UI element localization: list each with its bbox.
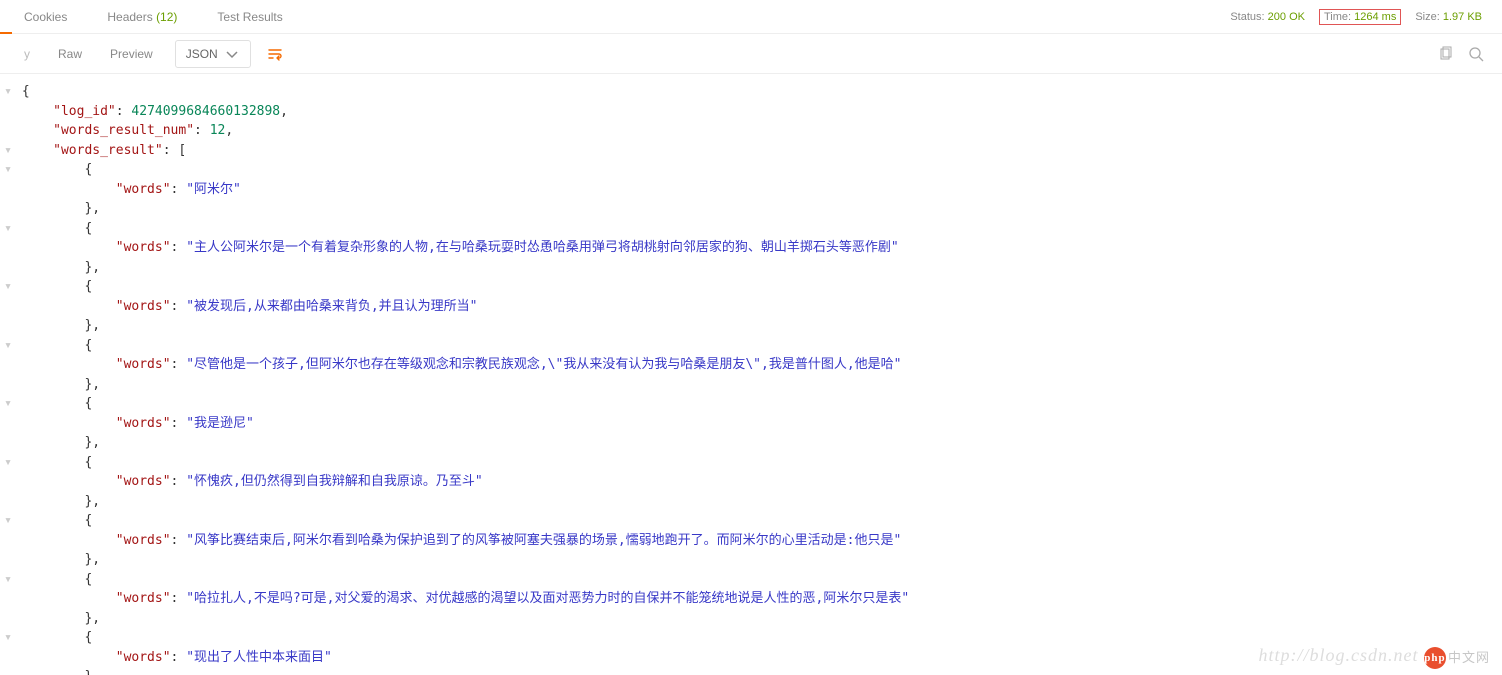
json-line: ▾ {: [4, 82, 1502, 102]
chevron-down-icon: [224, 46, 240, 62]
time-label: Time:: [1324, 11, 1351, 23]
watermark: http://blog.csdn.net php 中文网: [1259, 642, 1491, 669]
json-line: },: [4, 316, 1502, 336]
time-block: Time: 1264 ms: [1319, 9, 1401, 25]
wrap-lines-button[interactable]: [261, 40, 289, 68]
json-line: "words": "怀愧疚,但仍然得到自我辩解和自我原谅。乃至斗": [4, 472, 1502, 492]
json-line: "words": "我是逊尼": [4, 414, 1502, 434]
json-line: },: [4, 550, 1502, 570]
search-icon[interactable]: [1468, 46, 1484, 62]
json-line: "words": "风筝比赛结束后,阿米尔看到哈桑为保护追到了的风筝被阿塞夫强暴…: [4, 531, 1502, 551]
status-label: Status:: [1230, 11, 1264, 23]
json-line: "words": "主人公阿米尔是一个有着复杂形象的人物,在与哈桑玩耍时怂恿哈桑…: [4, 238, 1502, 258]
copy-icon[interactable]: [1438, 46, 1454, 62]
json-line: ▾ {: [4, 160, 1502, 180]
body-controls: y Raw Preview JSON: [0, 34, 1502, 74]
format-dropdown[interactable]: JSON: [175, 40, 251, 68]
json-line: "words": "哈拉扎人,不是吗?可是,对父爱的渴求、对优越感的渴望以及面对…: [4, 589, 1502, 609]
json-line: ▾ {: [4, 511, 1502, 531]
json-line: },: [4, 199, 1502, 219]
json-line: "words": "尽管他是一个孩子,但阿米尔也存在等级观念和宗教民族观念,\"…: [4, 355, 1502, 375]
tab-pretty-edge[interactable]: y: [24, 47, 30, 61]
tab-headers-label: Headers: [107, 10, 152, 24]
json-line: ▾ {: [4, 336, 1502, 356]
json-line: ▾ "words_result": [: [4, 141, 1502, 161]
watermark-logo: php 中文网: [1424, 647, 1490, 669]
tab-headers[interactable]: Headers (12): [107, 10, 177, 24]
status-value: 200 OK: [1268, 11, 1305, 23]
tab-headers-count: (12): [156, 10, 177, 24]
tab-preview[interactable]: Preview: [110, 47, 153, 61]
json-line: ▾ {: [4, 453, 1502, 473]
tab-raw[interactable]: Raw: [58, 47, 82, 61]
tab-cookies[interactable]: Cookies: [24, 10, 67, 24]
json-line: ▾ {: [4, 394, 1502, 414]
wrap-icon: [267, 46, 283, 62]
time-value: 1264 ms: [1354, 11, 1396, 23]
json-line: ▾ {: [4, 277, 1502, 297]
tab-test-results[interactable]: Test Results: [217, 10, 282, 24]
json-line: },: [4, 375, 1502, 395]
status-block: Status: 200 OK: [1230, 11, 1305, 23]
json-line: },: [4, 609, 1502, 629]
response-tabs: Cookies Headers (12) Test Results Status…: [0, 0, 1502, 34]
size-value: 1.97 KB: [1443, 11, 1482, 23]
json-body[interactable]: ▾ { "log_id": 4274099684660132898, "word…: [0, 74, 1502, 675]
watermark-brand-text: 中文网: [1448, 648, 1490, 668]
json-line: "words": "被发现后,从来都由哈桑来背负,并且认为理所当": [4, 297, 1502, 317]
watermark-url: http://blog.csdn.net: [1259, 645, 1419, 665]
json-line: "words_result_num": 12,: [4, 121, 1502, 141]
json-line: },: [4, 433, 1502, 453]
json-line: ▾ {: [4, 219, 1502, 239]
json-line: "words": "阿米尔": [4, 180, 1502, 200]
json-line: },: [4, 258, 1502, 278]
json-line: ▾ {: [4, 570, 1502, 590]
format-dropdown-label: JSON: [186, 47, 218, 61]
json-line: },: [4, 492, 1502, 512]
status-bar: Status: 200 OK Time: 1264 ms Size: 1.97 …: [1230, 0, 1482, 34]
size-label: Size:: [1415, 11, 1439, 23]
size-block: Size: 1.97 KB: [1415, 11, 1482, 23]
watermark-brand: php: [1424, 647, 1446, 669]
json-line: "log_id": 4274099684660132898,: [4, 102, 1502, 122]
body-right-icons: [1438, 34, 1484, 74]
